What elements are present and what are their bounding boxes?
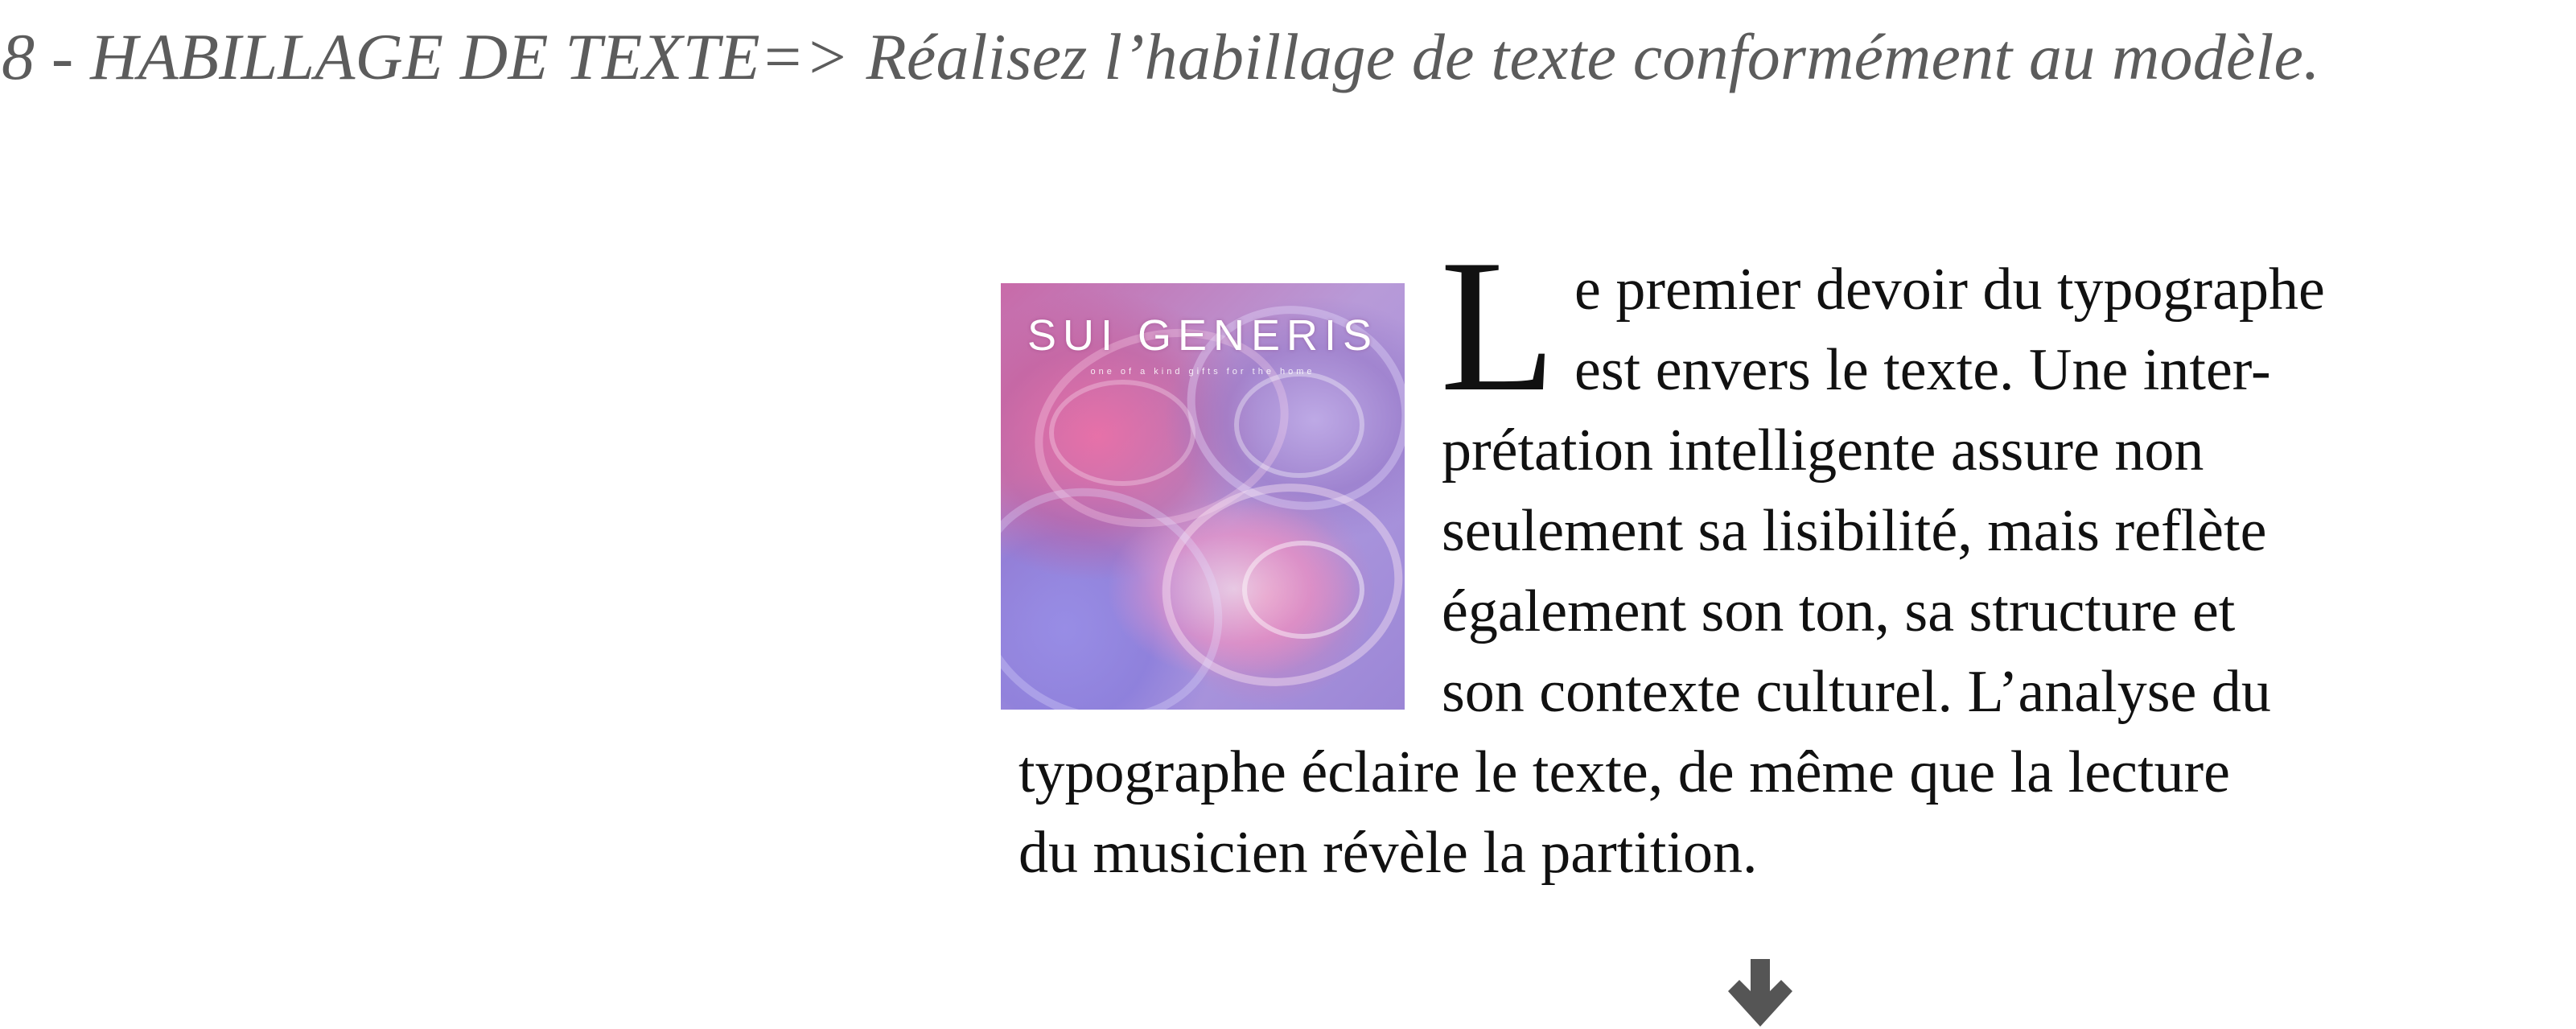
swirl-decoration bbox=[1242, 541, 1364, 639]
drop-cap: L bbox=[1440, 221, 1557, 431]
paragraph-line: prétation intelligente assure non bbox=[1442, 418, 2204, 484]
paragraph-line: seulement sa lisibilité, mais reflète bbox=[1442, 498, 2267, 564]
cover-title: SUI GENERIS bbox=[1027, 311, 1379, 360]
swirl-decoration bbox=[1234, 372, 1364, 478]
instruction-heading: 8 - HABILLAGE DE TEXTE=> Réalisez l’habi… bbox=[2, 20, 2320, 93]
cover-tagline: one of a kind gifts for the home bbox=[1090, 367, 1315, 377]
swirl-decoration bbox=[1049, 380, 1195, 486]
paragraph-line: également son ton, sa structure et bbox=[1442, 578, 2236, 644]
sui-generis-cover-image: SUI GENERIS one of a kind gifts for the … bbox=[1001, 283, 1405, 710]
paragraph-line: son contexte culturel. L’analyse du bbox=[1442, 659, 2271, 725]
paragraph-line: typographe éclaire le texte, de même que… bbox=[1018, 739, 2230, 805]
arrow-down-icon bbox=[1728, 959, 1792, 1027]
paragraph-line: du musicien révèle la partition. bbox=[1018, 820, 1758, 886]
paragraph-line: est envers le texte. Une inter- bbox=[1574, 337, 2271, 403]
paragraph-line: e premier devoir du typographe bbox=[1574, 257, 2325, 323]
